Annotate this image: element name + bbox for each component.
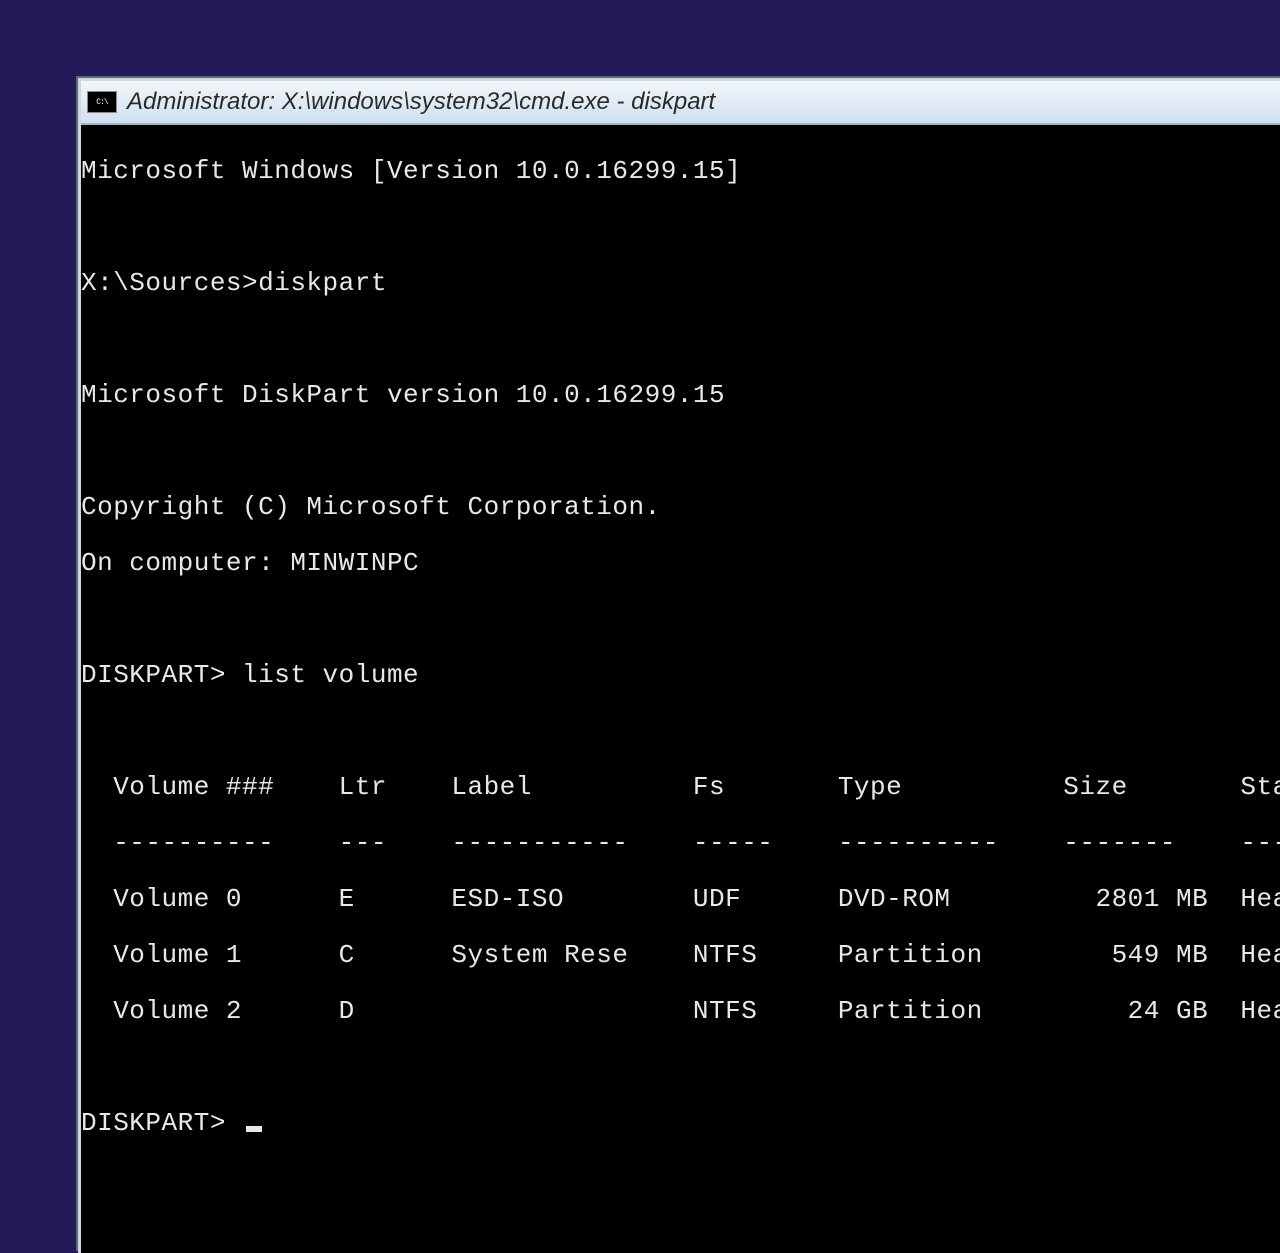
console-line: On computer: MINWINPC <box>81 549 1280 577</box>
cmd-system-menu-icon[interactable]: C:\ <box>87 91 117 113</box>
console-line: Microsoft DiskPart version 10.0.16299.15 <box>81 381 1280 409</box>
console-line <box>81 325 1280 353</box>
table-row: Volume 0 E ESD-ISO UDF DVD-ROM 2801 MB H… <box>81 885 1280 913</box>
console-line <box>81 717 1280 745</box>
table-row: Volume 2 D NTFS Partition 24 GB Healt <box>81 997 1280 1025</box>
window-title: Administrator: X:\windows\system32\cmd.e… <box>127 88 715 116</box>
prompt-text: DISKPART> <box>81 1108 242 1138</box>
table-row: Volume 1 C System Rese NTFS Partition 54… <box>81 941 1280 969</box>
cmd-icon-glyph: C:\ <box>96 98 107 107</box>
table-divider-row: ---------- --- ----------- ----- -------… <box>81 829 1280 857</box>
console-output[interactable]: Microsoft Windows [Version 10.0.16299.15… <box>81 125 1280 1253</box>
table-header-row: Volume ### Ltr Label Fs Type Size Statu <box>81 773 1280 801</box>
console-line: Microsoft Windows [Version 10.0.16299.15… <box>81 157 1280 185</box>
diskpart-prompt[interactable]: DISKPART> <box>81 1109 1280 1137</box>
console-line: DISKPART> list volume <box>81 661 1280 689</box>
console-line: Copyright (C) Microsoft Corporation. <box>81 493 1280 521</box>
text-cursor-icon <box>246 1126 262 1132</box>
console-line <box>81 213 1280 241</box>
console-line <box>81 437 1280 465</box>
console-line <box>81 1053 1280 1081</box>
cmd-window: C:\ Administrator: X:\windows\system32\c… <box>78 78 1280 1253</box>
console-line: X:\Sources>diskpart <box>81 269 1280 297</box>
titlebar[interactable]: C:\ Administrator: X:\windows\system32\c… <box>81 81 1280 125</box>
console-line <box>81 605 1280 633</box>
